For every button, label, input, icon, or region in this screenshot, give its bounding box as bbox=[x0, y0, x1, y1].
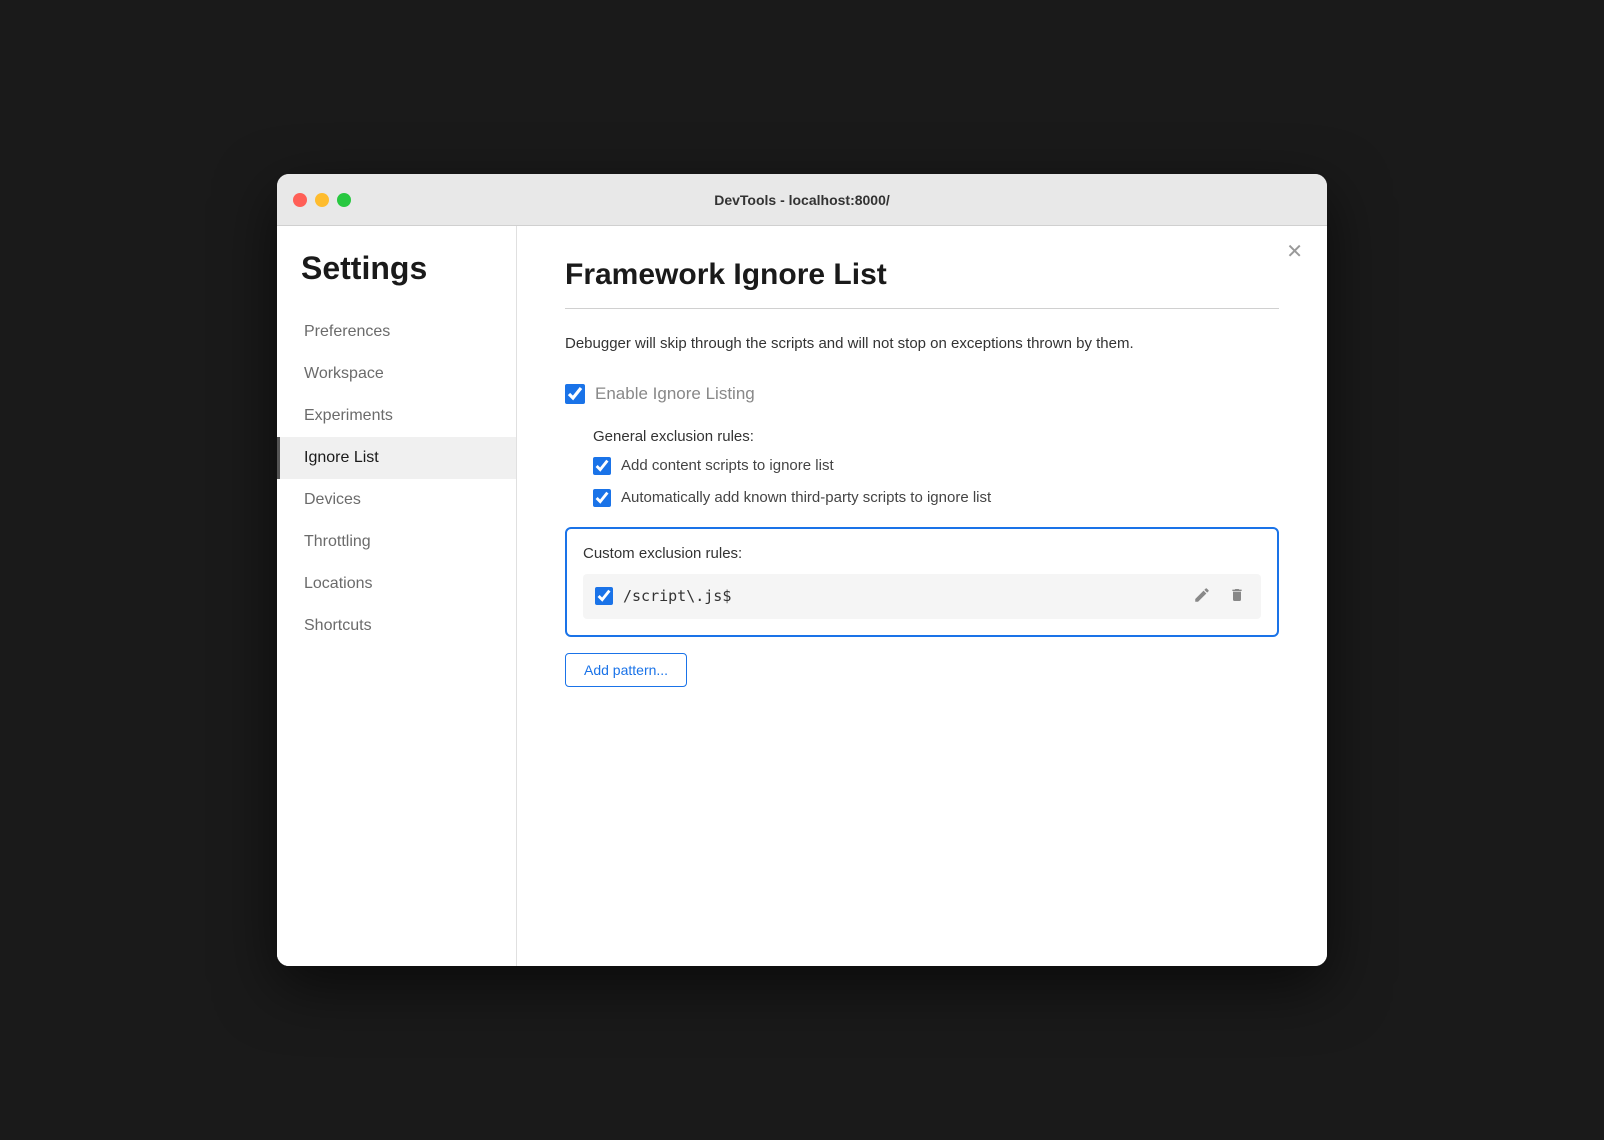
rule-action-buttons bbox=[1189, 584, 1249, 609]
window-controls bbox=[293, 193, 351, 207]
maximize-window-button[interactable] bbox=[337, 193, 351, 207]
enable-ignore-listing-checkbox[interactable] bbox=[565, 384, 585, 404]
sidebar-item-locations[interactable]: Locations bbox=[277, 563, 516, 605]
pencil-icon bbox=[1193, 586, 1211, 604]
devtools-window: DevTools - localhost:8000/ Settings Pref… bbox=[277, 174, 1327, 966]
sidebar: Settings Preferences Workspace Experimen… bbox=[277, 226, 517, 966]
general-rule-checkbox-0[interactable] bbox=[593, 457, 611, 475]
general-rules-list: Add content scripts to ignore list Autom… bbox=[593, 457, 1279, 507]
sidebar-item-shortcuts[interactable]: Shortcuts bbox=[277, 605, 516, 647]
custom-rule-checkbox-0[interactable] bbox=[595, 587, 613, 605]
close-panel-button[interactable]: ✕ bbox=[1286, 242, 1303, 262]
custom-exclusion-rules-box: Custom exclusion rules: /script\.js$ bbox=[565, 527, 1279, 637]
window-body: Settings Preferences Workspace Experimen… bbox=[277, 226, 1327, 966]
add-pattern-button[interactable]: Add pattern... bbox=[565, 653, 687, 687]
general-section-label: General exclusion rules: bbox=[593, 428, 1279, 445]
divider bbox=[565, 308, 1279, 309]
general-rule-label-0[interactable]: Add content scripts to ignore list bbox=[621, 457, 834, 474]
minimize-window-button[interactable] bbox=[315, 193, 329, 207]
general-exclusion-section: General exclusion rules: Add content scr… bbox=[565, 428, 1279, 507]
delete-rule-button[interactable] bbox=[1225, 584, 1249, 609]
close-window-button[interactable] bbox=[293, 193, 307, 207]
general-rule-row-1: Automatically add known third-party scri… bbox=[593, 489, 1279, 507]
sidebar-item-preferences[interactable]: Preferences bbox=[277, 311, 516, 353]
window-title: DevTools - localhost:8000/ bbox=[714, 192, 890, 208]
edit-rule-button[interactable] bbox=[1189, 584, 1215, 609]
general-rule-checkbox-1[interactable] bbox=[593, 489, 611, 507]
sidebar-item-workspace[interactable]: Workspace bbox=[277, 353, 516, 395]
sidebar-item-experiments[interactable]: Experiments bbox=[277, 395, 516, 437]
page-title: Framework Ignore List bbox=[565, 258, 1279, 292]
description-text: Debugger will skip through the scripts a… bbox=[565, 333, 1279, 356]
sidebar-item-ignore-list[interactable]: Ignore List bbox=[277, 437, 516, 479]
custom-rule-pattern-0: /script\.js$ bbox=[623, 587, 1179, 605]
trash-icon bbox=[1229, 586, 1245, 604]
general-rule-label-1[interactable]: Automatically add known third-party scri… bbox=[621, 489, 991, 506]
custom-rule-row-0: /script\.js$ bbox=[583, 574, 1261, 619]
custom-section-label: Custom exclusion rules: bbox=[583, 545, 1261, 562]
main-content: ✕ Framework Ignore List Debugger will sk… bbox=[517, 226, 1327, 966]
enable-ignore-listing-row: Enable Ignore Listing bbox=[565, 384, 1279, 404]
sidebar-heading: Settings bbox=[277, 250, 516, 311]
sidebar-item-devices[interactable]: Devices bbox=[277, 479, 516, 521]
titlebar: DevTools - localhost:8000/ bbox=[277, 174, 1327, 226]
general-rule-row-0: Add content scripts to ignore list bbox=[593, 457, 1279, 475]
sidebar-item-throttling[interactable]: Throttling bbox=[277, 521, 516, 563]
enable-ignore-listing-label[interactable]: Enable Ignore Listing bbox=[595, 384, 755, 404]
